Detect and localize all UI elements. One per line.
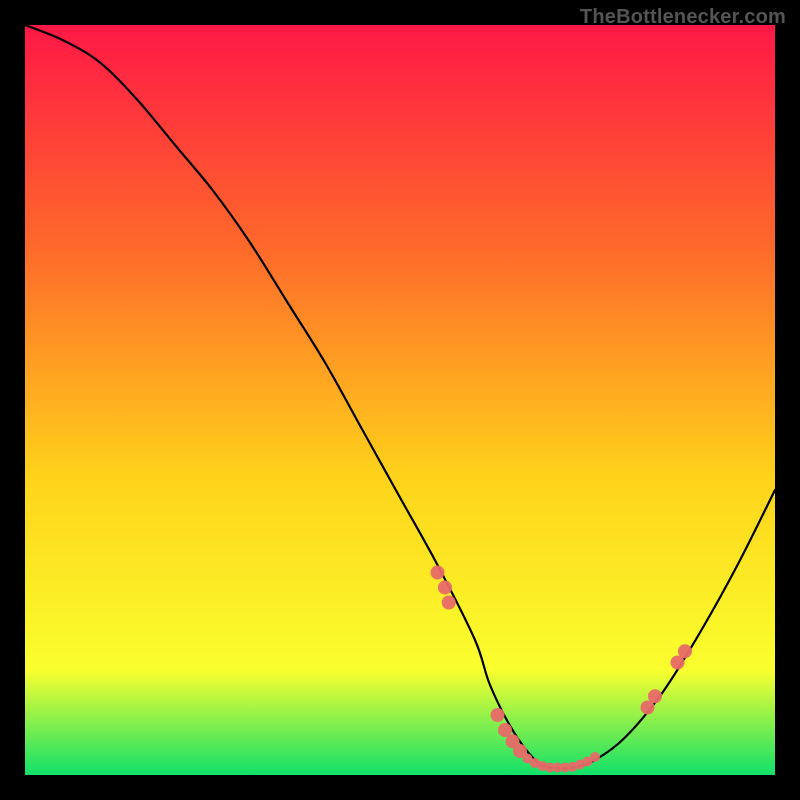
curve-marker (648, 689, 662, 703)
gradient-background (25, 25, 775, 775)
curve-marker (491, 708, 505, 722)
curve-marker (438, 581, 452, 595)
bottleneck-chart (25, 25, 775, 775)
curve-marker (442, 596, 456, 610)
curve-marker (590, 752, 600, 762)
chart-container (25, 25, 775, 775)
attribution-text: TheBottlenecker.com (580, 6, 786, 29)
curve-marker (678, 644, 692, 658)
curve-marker (431, 566, 445, 580)
